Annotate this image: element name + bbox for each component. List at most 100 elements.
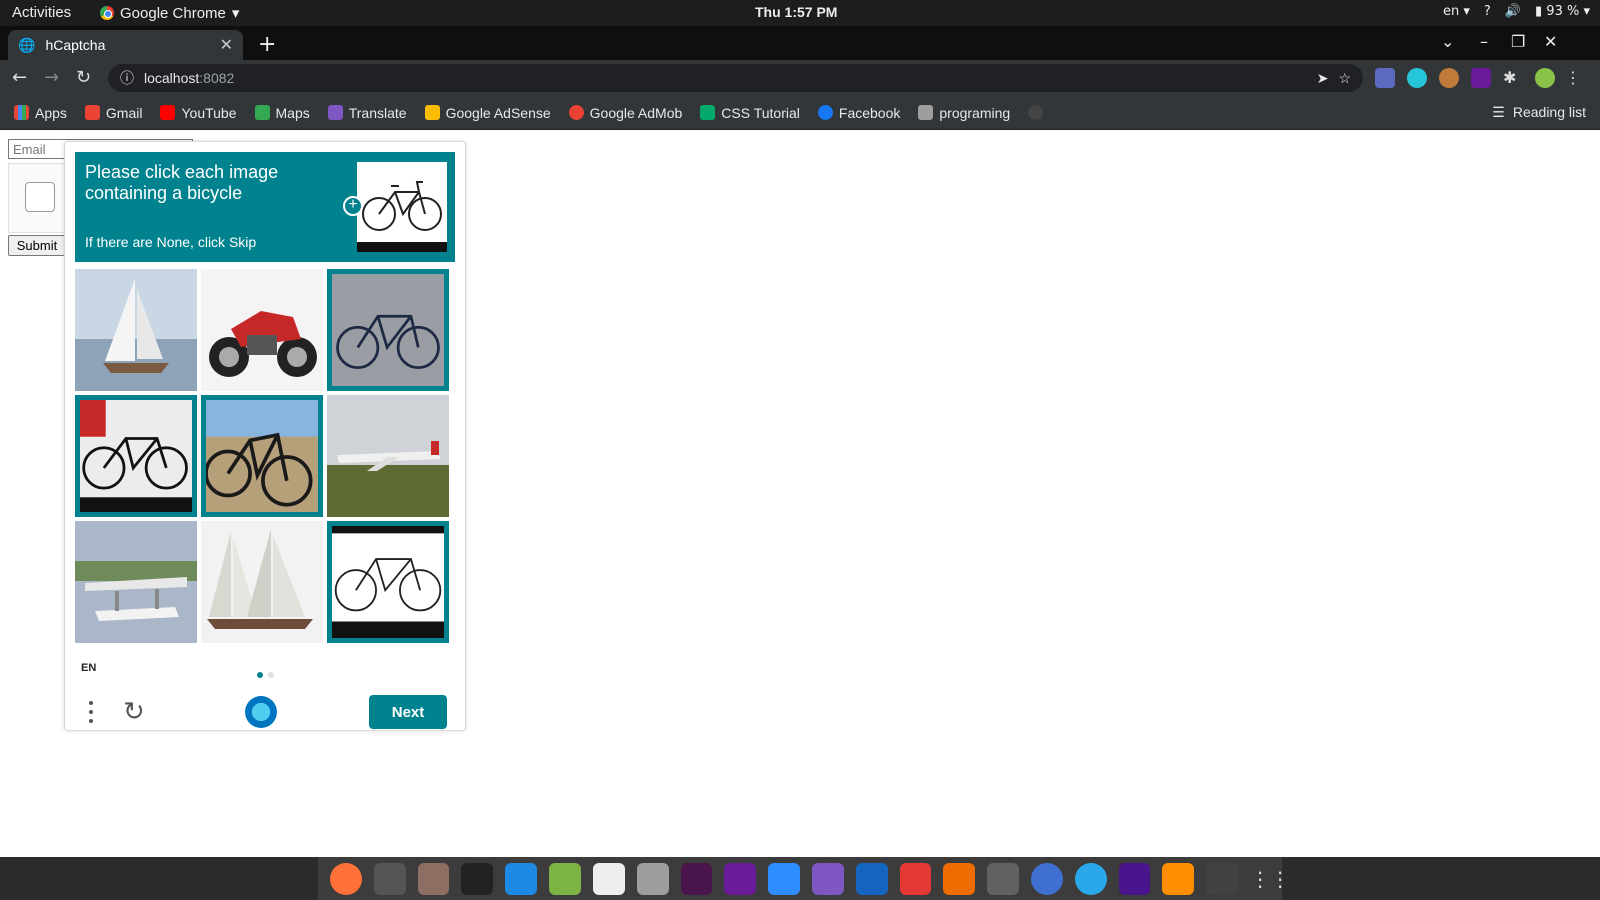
bookmark-css-tutorial[interactable]: CSS Tutorial [700, 105, 800, 121]
bookmark-maps[interactable]: Maps [254, 105, 310, 121]
send-icon[interactable]: ➤ [1317, 70, 1329, 87]
challenge-prompt: Please click each image containing a bic… [75, 152, 455, 262]
apps-grid-icon [14, 105, 29, 120]
restore-icon[interactable]: ❐ [1511, 32, 1525, 51]
system-tray[interactable]: en ▾ ? 🔊 ▮ 93 % ▾ [1443, 4, 1590, 19]
network-icon: ? [1483, 4, 1491, 19]
terminal-icon[interactable] [461, 862, 494, 895]
tab-search-icon[interactable]: ⌄ [1441, 32, 1454, 51]
tile-7[interactable] [75, 521, 197, 643]
tile-3[interactable] [327, 269, 449, 391]
language-selector[interactable]: EN [81, 662, 96, 674]
sailing-ship-image [201, 521, 323, 643]
battery-status[interactable]: ▮ 93 % ▾ [1535, 4, 1590, 19]
keyboard-layout[interactable]: en ▾ [1443, 4, 1470, 19]
document-viewer-icon[interactable] [855, 862, 888, 895]
calculator-icon[interactable] [987, 862, 1019, 895]
extension-m-icon[interactable] [1407, 68, 1427, 88]
dock: ⋮⋮ [0, 857, 1600, 900]
forward-icon[interactable]: → [44, 67, 59, 88]
translate-extension-icon[interactable] [1375, 68, 1395, 88]
cookie-extension-icon[interactable] [1439, 68, 1459, 88]
firefox-icon[interactable] [330, 862, 362, 895]
hcaptcha-checkbox[interactable] [25, 182, 55, 212]
new-tab-button[interactable]: + [258, 32, 276, 57]
clock[interactable]: Thu 1:57 PM [755, 4, 837, 20]
image-grid [75, 269, 457, 651]
bookmark-apps[interactable]: Apps [14, 105, 67, 121]
video-editor-icon[interactable] [724, 862, 757, 895]
extension-badge-icon[interactable] [1471, 68, 1491, 88]
translate-icon [327, 105, 343, 120]
show-apps-icon[interactable]: ⋮⋮ [1250, 863, 1290, 895]
reload-icon[interactable]: ↻ [76, 67, 91, 88]
hcaptcha-logo-icon[interactable] [245, 696, 277, 728]
clapper-icon[interactable] [1206, 862, 1239, 895]
close-window-icon[interactable]: ✕ [1544, 32, 1557, 51]
reading-list-button[interactable]: ☰ Reading list [1492, 104, 1586, 121]
example-image [357, 162, 447, 252]
puzzle-icon[interactable]: ✱ [1503, 68, 1523, 88]
close-icon[interactable]: ✕ [220, 35, 233, 55]
tile-5[interactable] [201, 395, 323, 517]
battery-label: 93 % [1546, 4, 1580, 19]
vlc-icon[interactable] [1162, 862, 1195, 895]
zoom-plus-icon[interactable]: + [343, 196, 363, 216]
qbittorrent-icon[interactable] [1031, 862, 1063, 895]
bookmark-label: CSS Tutorial [721, 104, 800, 121]
address-bar[interactable]: ⓘ localhost:8082 ➤ ☆ [108, 64, 1363, 92]
url-port: :8082 [199, 70, 235, 86]
telegram-icon[interactable] [1074, 862, 1107, 895]
globe-icon: 🌐 [18, 36, 36, 53]
tile-9[interactable] [327, 521, 449, 643]
slack-icon[interactable] [680, 862, 713, 895]
tile-6[interactable] [327, 395, 449, 517]
bookmark-programing[interactable]: programing [918, 105, 1010, 121]
star-icon[interactable]: ☆ [1338, 70, 1351, 87]
bookmark-admob[interactable]: Google AdMob [568, 105, 682, 121]
vscode-icon[interactable] [505, 862, 538, 895]
tab-hcaptcha[interactable]: 🌐 hCaptcha ✕ [8, 30, 243, 60]
page-content: Submit Please click each image containin… [0, 131, 1600, 857]
app-menu-label: Google Chrome [120, 4, 226, 22]
minimize-icon[interactable]: – [1480, 32, 1488, 51]
tab-title: hCaptcha [45, 37, 106, 53]
kdenlive-icon[interactable] [1118, 862, 1151, 895]
github-icon [1028, 105, 1044, 120]
software-center-icon[interactable] [943, 862, 976, 895]
tile-8[interactable] [201, 521, 323, 643]
next-button[interactable]: Next [369, 695, 447, 729]
page-indicator [257, 672, 274, 678]
text-editor-icon[interactable] [592, 862, 625, 895]
menu-dot [89, 701, 93, 706]
browser-toolbar: ← → ↻ ⓘ localhost:8082 ➤ ☆ ✱ ⋮ [0, 60, 1600, 96]
goland-icon[interactable] [549, 862, 581, 895]
bookmark-gmail[interactable]: Gmail [84, 105, 142, 121]
bookmark-adsense[interactable]: Google AdSense [424, 104, 551, 121]
chrome-dock-icon[interactable] [373, 862, 406, 895]
refresh-icon[interactable]: ↻ [123, 697, 145, 727]
app-menu[interactable]: Google Chrome ▾ [100, 4, 239, 22]
tile-2[interactable] [201, 269, 323, 391]
bookmark-youtube[interactable]: YouTube [160, 105, 237, 121]
avatar[interactable] [1535, 68, 1555, 88]
menu-button[interactable] [85, 699, 97, 725]
bookmark-facebook[interactable]: Facebook [817, 105, 900, 121]
bookmark-translate[interactable]: Translate [327, 105, 407, 121]
activities-button[interactable]: Activities [12, 4, 71, 21]
tile-1[interactable] [75, 269, 197, 391]
bookmark-github[interactable] [1028, 105, 1044, 120]
screenshot-icon[interactable] [636, 862, 669, 895]
back-icon[interactable]: ← [12, 67, 27, 88]
obsidian-icon[interactable] [811, 862, 844, 895]
info-icon[interactable]: ⓘ [120, 68, 134, 88]
files-icon[interactable] [417, 862, 450, 895]
more-menu-icon[interactable]: ⋮ [1565, 68, 1585, 88]
anydesk-icon[interactable] [899, 862, 932, 895]
chrome-icon [100, 6, 114, 20]
bookmark-label: Google AdSense [445, 104, 551, 121]
page-dot [268, 672, 274, 678]
tile-4[interactable] [75, 395, 197, 517]
zoom-icon[interactable] [768, 862, 800, 895]
submit-button[interactable]: Submit [8, 235, 66, 256]
